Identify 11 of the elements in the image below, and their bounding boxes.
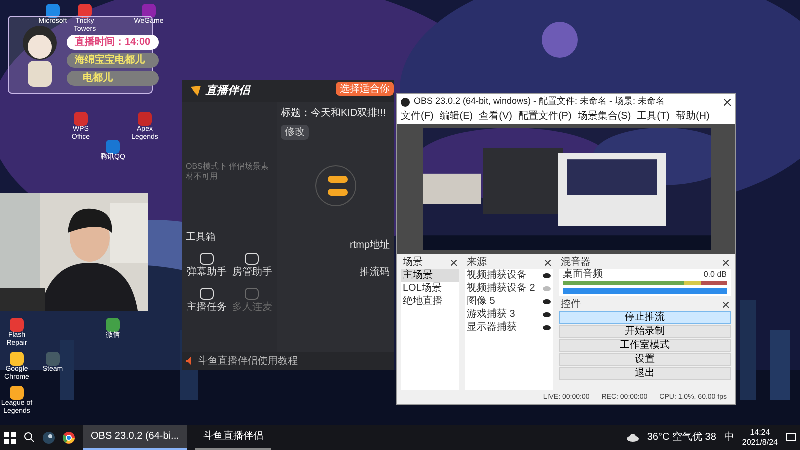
search-icon[interactable] — [24, 432, 35, 443]
taskbar-app[interactable]: 斗鱼直播伴侣 — [195, 425, 272, 450]
steam-icon[interactable] — [43, 432, 55, 444]
cloud-icon — [627, 434, 640, 442]
taskbar-app[interactable]: OBS 23.0.2 (64-bi... — [83, 425, 188, 450]
chrome-icon[interactable] — [63, 432, 75, 444]
weather-text: 36°C 空气优 38 — [647, 430, 716, 445]
windows-start-icon[interactable] — [4, 432, 16, 444]
clock-time: 14:24 — [750, 428, 770, 438]
clock-date: 2021/8/24 — [742, 438, 778, 448]
input-method-indicator[interactable]: 中 — [724, 430, 734, 445]
